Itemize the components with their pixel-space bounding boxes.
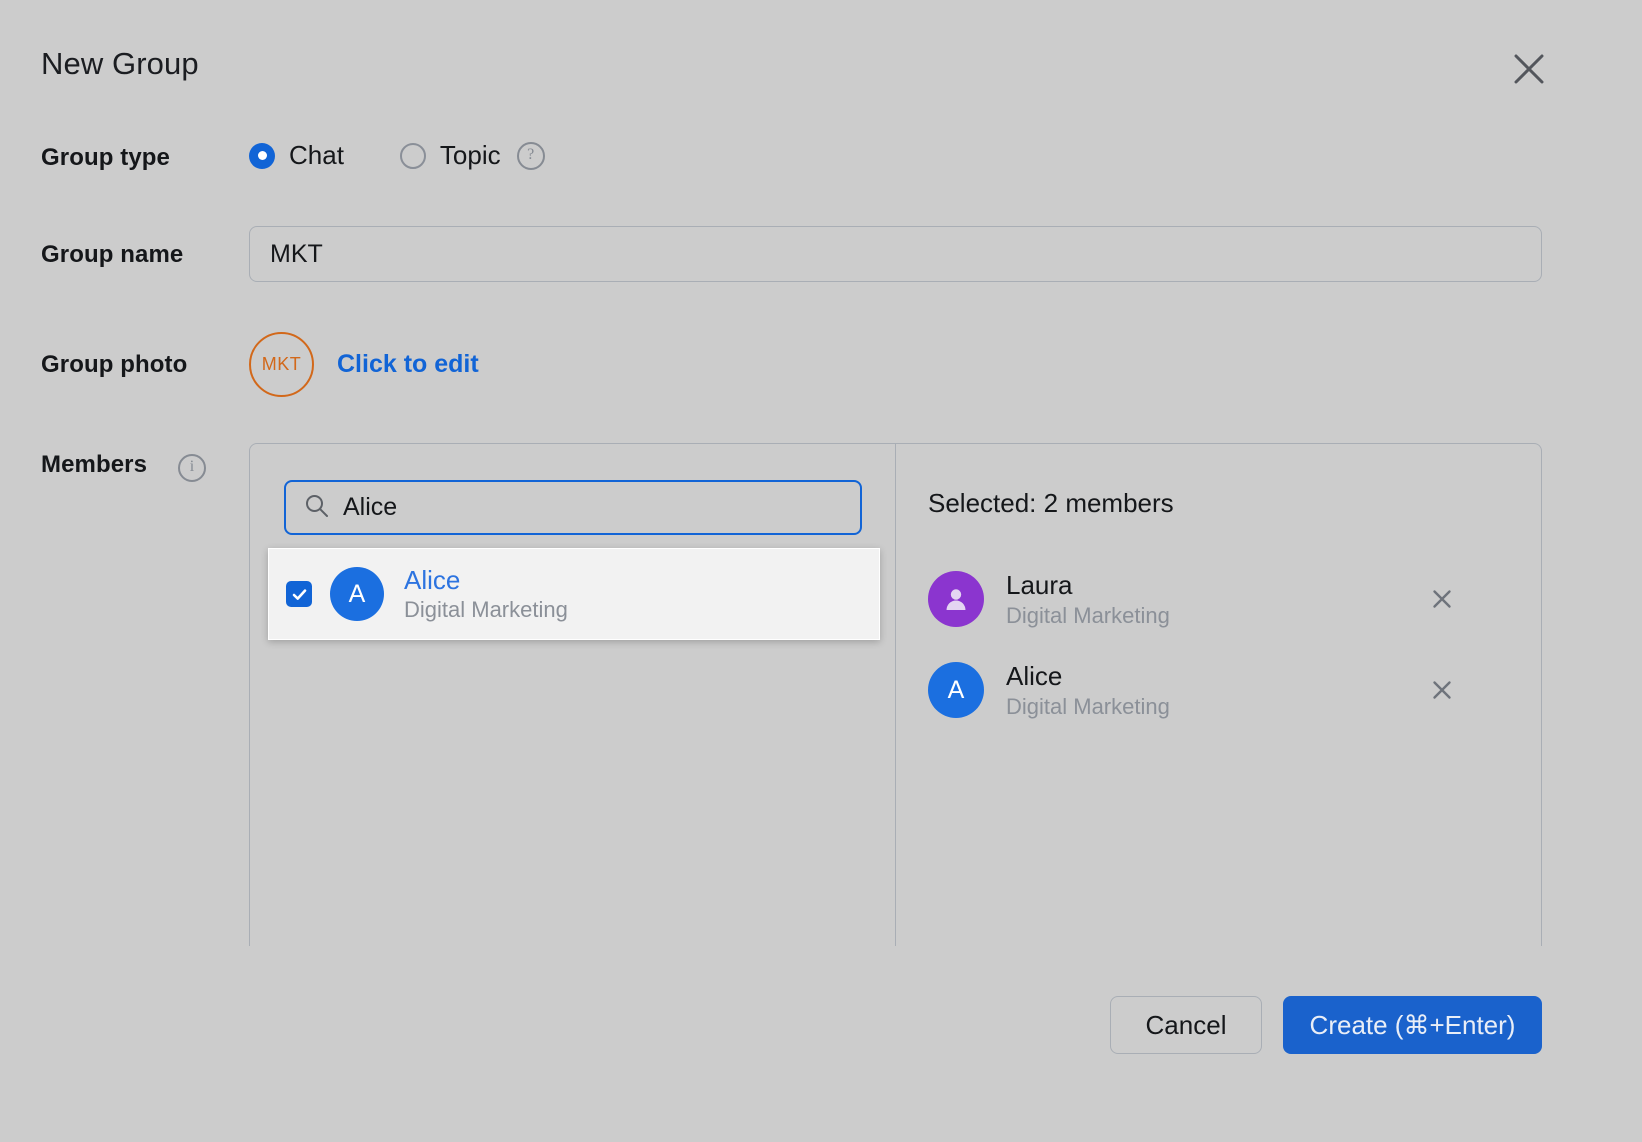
- radio-option-topic[interactable]: Topic: [399, 140, 501, 171]
- search-result-name: Alice: [404, 565, 461, 596]
- radio-topic-label: Topic: [439, 140, 501, 170]
- group-type-radio-group: Chat Topic ?: [249, 140, 545, 171]
- group-name-input[interactable]: [249, 226, 1542, 282]
- member-search-box[interactable]: [284, 480, 862, 535]
- person-icon: [946, 589, 966, 610]
- member-department: Digital Marketing: [1006, 602, 1170, 628]
- radio-option-chat[interactable]: Chat: [249, 140, 344, 171]
- help-circle-icon[interactable]: ?: [516, 141, 545, 170]
- member-name: Alice: [1006, 660, 1063, 691]
- close-icon[interactable]: [1508, 48, 1550, 90]
- new-group-dialog: New Group Group type Chat Topic ? Group …: [0, 0, 1642, 1142]
- list-item[interactable]: Laura Digital Marketing: [928, 562, 1541, 636]
- info-circle-icon[interactable]: i: [178, 454, 206, 482]
- selected-count-label: Selected: 2 members: [928, 488, 1174, 518]
- member-department: Digital Marketing: [1006, 693, 1170, 719]
- group-photo-label: Group photo: [41, 351, 188, 378]
- search-result-text: Alice Digital Marketing: [404, 564, 568, 624]
- radio-chat-label: Chat: [289, 140, 344, 170]
- list-item[interactable]: A Alice Digital Marketing: [928, 653, 1541, 727]
- avatar: A: [928, 662, 984, 718]
- selected-members-list: Laura Digital Marketing A Alice Digital …: [928, 562, 1541, 744]
- group-photo-edit-link[interactable]: Click to edit: [337, 350, 479, 379]
- selected-members-pane: Selected: 2 members Laura Digital Market…: [896, 444, 1541, 946]
- group-name-label: Group name: [41, 241, 184, 268]
- group-type-label: Group type: [41, 144, 171, 171]
- member-text: Alice Digital Marketing: [1006, 660, 1170, 720]
- avatar: A: [330, 567, 384, 621]
- members-label: Members: [41, 451, 148, 478]
- page-title: New Group: [41, 46, 199, 81]
- member-search-input[interactable]: [341, 492, 842, 523]
- member-name: Laura: [1006, 569, 1073, 600]
- remove-member-icon[interactable]: [1429, 677, 1455, 703]
- member-search-pane: A Alice Digital Marketing: [250, 444, 896, 946]
- radio-chat-indicator: [249, 142, 275, 169]
- search-result-department: Digital Marketing: [404, 597, 568, 623]
- cancel-button[interactable]: Cancel: [1110, 996, 1262, 1054]
- radio-topic-indicator: [399, 142, 426, 169]
- member-text: Laura Digital Marketing: [1006, 569, 1170, 629]
- group-photo-avatar[interactable]: MKT: [249, 332, 314, 397]
- result-checkbox[interactable]: [286, 581, 312, 607]
- members-panel: A Alice Digital Marketing Selected: 2 me…: [249, 443, 1542, 946]
- create-button[interactable]: Create (⌘+Enter): [1283, 996, 1542, 1054]
- avatar: [928, 571, 984, 627]
- search-result-item-alice[interactable]: A Alice Digital Marketing: [268, 548, 880, 640]
- search-icon: [304, 493, 329, 523]
- remove-member-icon[interactable]: [1429, 586, 1455, 612]
